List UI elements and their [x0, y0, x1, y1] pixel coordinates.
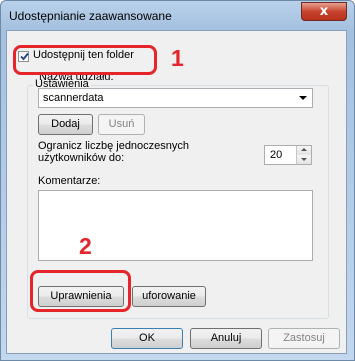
spinner-down-button[interactable]	[297, 155, 311, 164]
highlight-permissions-button	[30, 270, 131, 312]
ok-button[interactable]: OK	[111, 328, 183, 349]
arrow-up-icon	[301, 148, 307, 151]
close-icon: x	[319, 4, 329, 19]
share-name-value: scannerdata	[43, 92, 104, 104]
cancel-button[interactable]: Anuluj	[190, 328, 262, 349]
user-limit-label: Ogranicz liczbę jednoczesnych użytkownik…	[38, 140, 190, 164]
caching-button[interactable]: uforowanie	[132, 286, 206, 307]
arrow-down-icon	[301, 158, 307, 161]
chevron-down-icon	[299, 96, 307, 100]
highlight-share-checkbox	[13, 45, 157, 75]
user-limit-value: 20	[270, 149, 283, 161]
add-button[interactable]: Dodaj	[38, 114, 93, 135]
apply-button[interactable]: Zastosuj	[268, 328, 340, 349]
title-bar: Udostępnianie zaawansowane x	[1, 1, 354, 31]
comments-label: Komentarze:	[38, 175, 101, 187]
step-marker-2: 2	[79, 233, 92, 259]
spinner-buttons	[296, 146, 311, 164]
dialog-title: Udostępnianie zaawansowane	[9, 9, 172, 23]
remove-button[interactable]: Usuń	[98, 114, 145, 135]
close-button[interactable]: x	[301, 2, 347, 21]
step-marker-1: 1	[171, 45, 184, 71]
share-name-dropdown[interactable]: scannerdata	[38, 88, 313, 108]
user-limit-spinner[interactable]: 20	[264, 145, 312, 165]
